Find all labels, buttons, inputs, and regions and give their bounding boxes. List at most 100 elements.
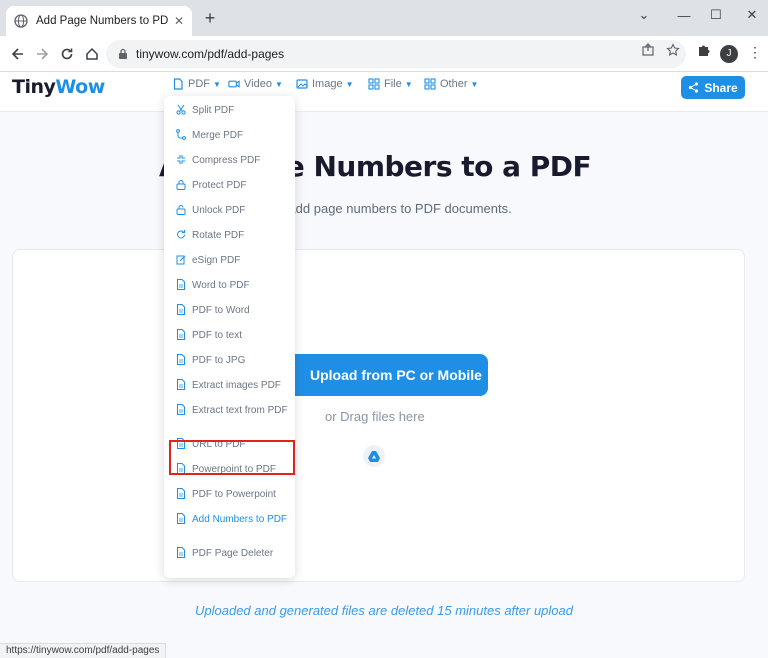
menu-item-split-pdf[interactable]: Split PDF xyxy=(164,104,295,117)
image-icon xyxy=(296,78,308,90)
upload-button[interactable]: Upload from PC or Mobile xyxy=(280,354,488,396)
menu-item-label: Compress PDF xyxy=(192,155,261,166)
maximize-button[interactable]: ☐ xyxy=(696,0,736,30)
sign-icon xyxy=(176,254,186,266)
menu-item-extract-images-pdf[interactable]: Extract images PDF xyxy=(164,379,295,392)
merge-icon xyxy=(176,129,186,141)
share-page-icon[interactable] xyxy=(641,43,655,62)
document-icon xyxy=(176,354,186,366)
menu-item-protect-pdf[interactable]: Protect PDF xyxy=(164,179,295,192)
menu-item-pdf-page-deleter[interactable]: PDF Page Deleter xyxy=(164,547,295,560)
nav-pdf[interactable]: PDF ▼ xyxy=(172,78,221,90)
document-icon xyxy=(176,404,186,416)
globe-icon xyxy=(14,14,28,28)
document-icon xyxy=(176,304,186,316)
pdf-dropdown-menu: Split PDF Merge PDF Compress PDF Protect PD… xyxy=(164,96,295,578)
nav-other[interactable]: Other ▼ xyxy=(424,78,478,90)
document-icon xyxy=(176,329,186,341)
document-icon xyxy=(176,379,186,391)
home-icon xyxy=(86,47,98,60)
url-text: tinywow.com/pdf/add-pages xyxy=(136,47,285,61)
menu-item-label: Extract text from PDF xyxy=(192,405,288,416)
document-icon xyxy=(176,547,186,559)
rotate-icon xyxy=(176,229,186,241)
menu-item-label: Extract images PDF xyxy=(192,380,281,391)
menu-item-label: Merge PDF xyxy=(192,130,244,141)
home-button[interactable] xyxy=(80,42,104,66)
arrow-right-icon xyxy=(37,48,49,60)
menu-item-label: eSign PDF xyxy=(192,255,241,266)
chevron-down-icon: ▼ xyxy=(470,79,479,89)
nav-video[interactable]: Video ▼ xyxy=(228,78,283,90)
page-content: TinyWow PDF ▼ Video ▼ Image ▼ File ▼ Other ▼ … xyxy=(0,72,768,658)
menu-item-label: Unlock PDF xyxy=(192,205,246,216)
bookmark-star-icon[interactable] xyxy=(666,43,680,62)
menu-item-compress-pdf[interactable]: Compress PDF xyxy=(164,154,295,167)
highlight-box xyxy=(169,440,295,475)
profile-avatar[interactable]: J xyxy=(720,45,738,63)
back-button[interactable] xyxy=(6,42,30,66)
menu-item-label: PDF to JPG xyxy=(192,355,246,366)
browser-tab[interactable]: Add Page Numbers to PDF Free ✕ xyxy=(6,6,192,36)
menu-item-pdf-to-powerpoint[interactable]: PDF to Powerpoint xyxy=(164,488,295,501)
menu-item-rotate-pdf[interactable]: Rotate PDF xyxy=(164,229,295,242)
site-logo[interactable]: TinyWow xyxy=(12,76,105,98)
google-drive-icon xyxy=(368,450,380,462)
menu-item-label: PDF to text xyxy=(192,330,243,341)
menu-item-word-to-pdf[interactable]: Word to PDF xyxy=(164,279,295,292)
menu-item-extract-text-from-pdf[interactable]: Extract text from PDF xyxy=(164,404,295,417)
lock-icon xyxy=(119,48,127,59)
close-window-button[interactable]: ✕ xyxy=(732,0,768,30)
menu-item-label: PDF to Word xyxy=(192,305,250,316)
menu-item-add-numbers-to-pdf[interactable]: Add Numbers to PDF xyxy=(164,513,295,526)
arrow-left-icon xyxy=(11,48,23,60)
menu-item-label: Protect PDF xyxy=(192,180,247,191)
apps-icon xyxy=(424,78,436,90)
menu-item-pdf-to-word[interactable]: PDF to Word xyxy=(164,304,295,317)
google-drive-button[interactable] xyxy=(363,445,385,467)
close-tab-icon[interactable]: ✕ xyxy=(174,14,184,28)
reload-button[interactable] xyxy=(55,42,79,66)
address-bar[interactable]: tinywow.com/pdf/add-pages xyxy=(106,40,686,68)
chevron-down-icon: ▼ xyxy=(274,79,283,89)
chevron-down-icon: ▼ xyxy=(345,79,354,89)
menu-item-label: Split PDF xyxy=(192,105,235,116)
menu-item-label: PDF to Powerpoint xyxy=(192,489,276,500)
menu-item-label: Add Numbers to PDF xyxy=(192,514,288,525)
menu-kebab-icon[interactable]: ⋮ xyxy=(748,44,762,61)
nav-image[interactable]: Image ▼ xyxy=(296,78,354,90)
menu-item-pdf-to-jpg[interactable]: PDF to JPG xyxy=(164,354,295,367)
privacy-notice: Uploaded and generated files are deleted… xyxy=(195,603,573,618)
status-bar: https://tinywow.com/pdf/add-pages xyxy=(0,643,167,658)
video-icon xyxy=(228,78,240,90)
extensions-puzzle-icon[interactable] xyxy=(697,43,711,62)
nav-file[interactable]: File ▼ xyxy=(368,78,413,90)
unlock-icon xyxy=(176,204,186,216)
tab-title: Add Page Numbers to PDF Free xyxy=(36,15,168,27)
chevron-down-icon: ▼ xyxy=(213,79,221,89)
grid-icon xyxy=(368,78,380,90)
lock-icon xyxy=(176,179,186,191)
menu-item-unlock-pdf[interactable]: Unlock PDF xyxy=(164,204,295,217)
reload-icon xyxy=(61,48,73,60)
tab-strip: Add Page Numbers to PDF Free ✕ + ⌄ — ☐ ✕ xyxy=(0,0,768,36)
page-subtitle: Add page numbers to PDF documents. xyxy=(287,201,512,216)
site-header: TinyWow PDF ▼ Video ▼ Image ▼ File ▼ Other ▼ … xyxy=(0,72,768,112)
menu-item-esign-pdf[interactable]: eSign PDF xyxy=(164,254,295,267)
scissors-icon xyxy=(176,104,186,116)
document-icon xyxy=(176,279,186,291)
new-tab-button[interactable]: + xyxy=(200,8,220,28)
chevron-down-icon[interactable]: ⌄ xyxy=(624,0,664,30)
share-button[interactable]: Share xyxy=(681,76,745,99)
drag-hint: or Drag files here xyxy=(325,409,425,424)
forward-button[interactable] xyxy=(30,42,54,66)
menu-item-label: Word to PDF xyxy=(192,280,250,291)
browser-toolbar: tinywow.com/pdf/add-pages J ⋮ xyxy=(0,36,768,72)
document-icon xyxy=(176,488,186,500)
share-icon xyxy=(689,82,699,93)
file-icon xyxy=(172,78,184,90)
compress-icon xyxy=(176,154,186,166)
menu-item-pdf-to-text[interactable]: PDF to text xyxy=(164,329,295,342)
menu-item-merge-pdf[interactable]: Merge PDF xyxy=(164,129,295,142)
document-icon xyxy=(176,513,186,525)
